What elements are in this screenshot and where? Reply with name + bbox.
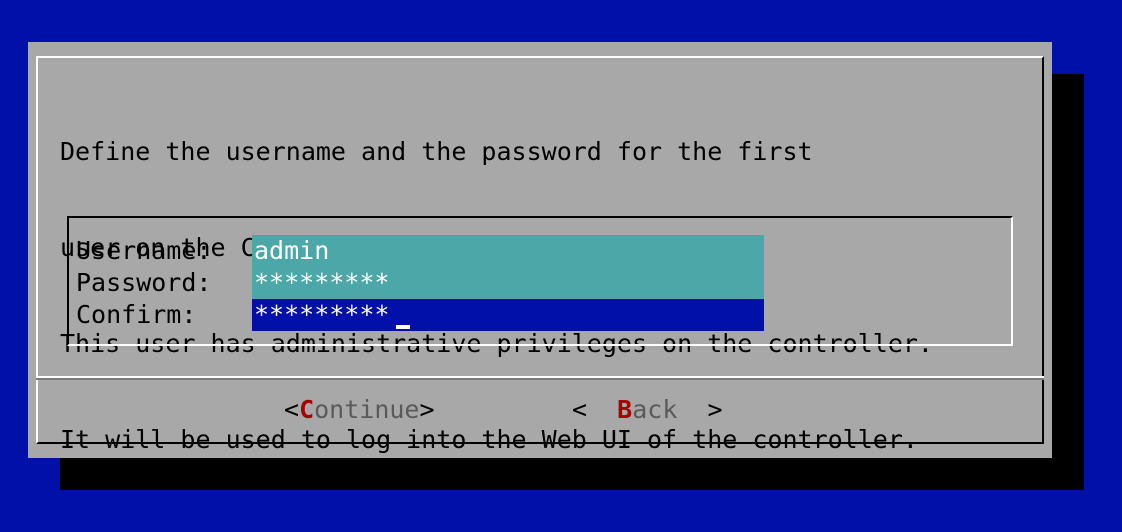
username-label: Username: — [76, 236, 212, 265]
confirm-label: Confirm: — [76, 300, 197, 329]
continue-open-bracket: < — [284, 395, 300, 424]
password-row: Password: ********* — [69, 267, 1011, 299]
confirm-password-field[interactable]: ********* — [252, 299, 764, 331]
back-hotkey: B — [617, 395, 633, 424]
button-bar: <Continue> < Back > — [28, 392, 1052, 428]
confirm-row: Confirm: ********* — [69, 299, 1011, 331]
back-close-bracket: > — [677, 395, 723, 424]
text-cursor — [396, 325, 410, 329]
back-button[interactable]: < Back > — [572, 392, 723, 428]
password-label: Password: — [76, 268, 212, 297]
username-field[interactable]: admin — [252, 235, 764, 267]
message-line: It will be used to log into the Web UI o… — [60, 425, 918, 454]
back-open-bracket: < — [572, 395, 618, 424]
continue-button[interactable]: <Continue> — [284, 392, 435, 428]
credentials-form: Username: admin Password: ********* Conf… — [67, 216, 1013, 346]
continue-close-bracket: > — [419, 395, 435, 424]
password-field[interactable]: ********* — [252, 267, 764, 299]
button-separator-shade — [36, 378, 1044, 380]
continue-hotkey: C — [299, 395, 315, 424]
confirm-password-value: ********* — [254, 300, 390, 329]
message-line: Define the username and the password for… — [60, 137, 813, 166]
setup-dialog: Define the username and the password for… — [28, 42, 1052, 458]
username-row: Username: admin — [69, 235, 1011, 267]
back-label: ack — [632, 395, 678, 424]
continue-label: ontinue — [314, 395, 420, 424]
